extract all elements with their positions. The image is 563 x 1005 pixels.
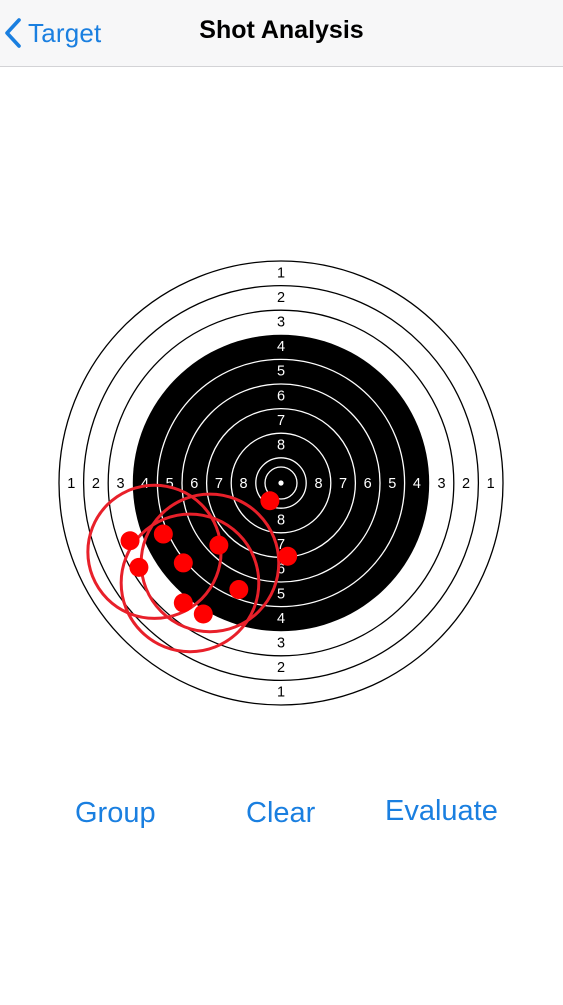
ring-label: 3 <box>277 636 285 652</box>
ring-label: 8 <box>277 513 285 529</box>
shot-mark[interactable] <box>173 553 193 573</box>
ring-label: 4 <box>141 476 149 492</box>
ring-label: 6 <box>190 476 198 492</box>
shot-mark[interactable] <box>173 593 193 613</box>
ring-label: 1 <box>277 265 285 281</box>
ring-label: 3 <box>116 476 124 492</box>
ring-label: 5 <box>166 476 174 492</box>
ring-label: 4 <box>277 339 285 355</box>
target-center-dot <box>278 480 284 486</box>
shot-mark[interactable] <box>209 535 229 555</box>
shot-mark[interactable] <box>193 604 213 624</box>
ring-label: 4 <box>413 476 421 492</box>
ring-label: 3 <box>277 315 285 331</box>
ring-label: 7 <box>215 476 223 492</box>
ring-label: 1 <box>67 476 75 492</box>
ring-label: 5 <box>277 586 285 602</box>
ring-label: 7 <box>277 413 285 429</box>
ring-label: 5 <box>277 364 285 380</box>
evaluate-button[interactable]: Evaluate <box>385 795 498 828</box>
ring-label: 1 <box>487 476 495 492</box>
shot-mark[interactable] <box>129 557 149 577</box>
ring-label: 1 <box>277 685 285 701</box>
ring-label: 8 <box>314 476 322 492</box>
shot-mark[interactable] <box>153 524 173 544</box>
ring-label: 7 <box>339 476 347 492</box>
shot-mark[interactable] <box>229 580 249 600</box>
shot-mark[interactable] <box>278 546 298 566</box>
shot-mark[interactable] <box>260 491 280 511</box>
ring-label: 8 <box>239 476 247 492</box>
clear-button[interactable]: Clear <box>246 797 315 830</box>
ring-label: 3 <box>437 476 445 492</box>
ring-label: 8 <box>277 438 285 454</box>
target-area: 12345678123456781234567887654321 <box>0 0 563 1000</box>
ring-label: 2 <box>277 660 285 676</box>
ring-label: 5 <box>388 476 396 492</box>
ring-label: 4 <box>277 611 285 627</box>
ring-label: 6 <box>277 388 285 404</box>
group-button[interactable]: Group <box>75 797 156 830</box>
shot-mark[interactable] <box>120 531 140 551</box>
ring-label: 2 <box>277 290 285 306</box>
ring-label: 6 <box>364 476 372 492</box>
shooting-target[interactable]: 1 2 3 4 5 6 7 8 123456781234567887654321 <box>0 0 563 1000</box>
ring-label: 2 <box>92 476 100 492</box>
ring-label: 2 <box>462 476 470 492</box>
